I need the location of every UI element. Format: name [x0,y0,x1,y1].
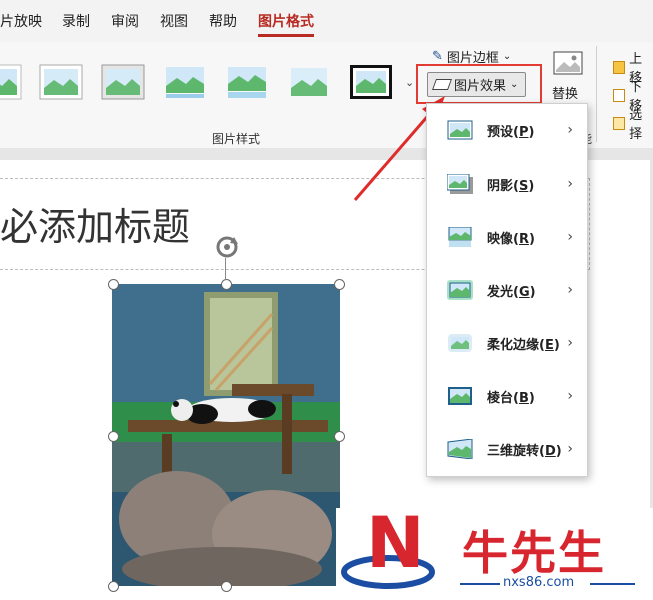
rotate-handle-stem [225,258,226,280]
chevron-down-icon: ⌄ [502,51,512,62]
menu-item-glow[interactable]: 发光(G) › [427,270,585,310]
ribbon-tab-bar: 片放映 录制 审阅 视图 帮助 图片格式 [0,0,653,42]
tab-picture-format[interactable]: 图片格式 [258,11,314,37]
resize-handle[interactable] [221,279,232,290]
menu-item-bevel[interactable]: 棱台(B) › [427,376,585,416]
chevron-right-icon: › [567,122,573,138]
highlight-box [416,64,542,104]
chevron-right-icon: › [567,282,573,298]
reflection-icon [448,227,472,247]
resize-handle[interactable] [334,431,345,442]
pencil-icon: ✎ [432,49,443,64]
menu-item-label: 棱台(B) [487,390,535,406]
watermark-text: 牛先生 [462,526,606,580]
preset-icon [447,120,473,140]
styles-group-label: 图片样式 [212,132,261,146]
replace-button[interactable]: 替换 [550,50,586,106]
menu-item-reflection[interactable]: 映像(R) › [427,217,585,257]
resize-handle[interactable] [334,279,345,290]
chevron-right-icon: › [567,229,573,245]
send-backward-icon [613,88,626,102]
menu-item-label: 阴影(S) [487,178,535,194]
tab-view[interactable]: 视图 [160,11,188,31]
resize-handle[interactable] [108,431,119,442]
picture-style-thumb[interactable] [0,64,22,100]
selection-pane-icon [613,116,626,130]
menu-item-shadow[interactable]: 阴影(S) › [427,164,585,204]
menu-item-soft-edges[interactable]: 柔化边缘(E) › [427,323,585,363]
menu-item-preset[interactable]: 预设(P) › [427,110,585,150]
rotate-icon [216,236,238,258]
rotate-handle[interactable] [214,234,240,260]
chevron-right-icon: › [567,335,573,351]
menu-item-label: 映像(R) [487,231,535,247]
picture-effects-menu: 预设(P) › 阴影(S) › 映像(R) › 发光(G) › 柔化边缘(E) … [426,103,588,477]
watermark-logo-letter: N [366,502,425,584]
resize-handle[interactable] [221,581,232,592]
ribbon-separator [596,46,597,142]
selection-pane-button[interactable]: 选择 [613,104,653,142]
tab-help[interactable]: 帮助 [209,11,237,31]
picture-style-thumb[interactable] [225,64,269,100]
bring-forward-icon [613,60,626,74]
watermark-logo: N [340,502,440,592]
resize-handle[interactable] [108,581,119,592]
slide-title[interactable]: 必添加标题 [0,196,190,251]
menu-item-label: 三维旋转(D) [487,443,562,459]
soft-edges-icon [448,334,472,352]
picture-style-thumb[interactable] [39,64,83,100]
chevron-right-icon: › [567,388,573,404]
chevron-right-icon: › [567,441,573,457]
picture-style-thumb[interactable] [101,64,145,100]
menu-item-label: 柔化边缘(E) [487,337,560,353]
replace-picture-icon [553,51,583,75]
bevel-icon [448,387,472,405]
watermark-url: nxs86.com [503,575,575,590]
picture-style-thumb[interactable] [349,64,393,100]
watermark-rule-right [590,583,635,585]
resize-handle[interactable] [108,279,119,290]
glow-icon [447,280,473,300]
3d-rotation-icon [447,439,473,459]
tab-slideshow[interactable]: 片放映 [0,11,42,31]
picture-style-thumb[interactable] [163,64,207,100]
panda-photo[interactable] [112,284,340,586]
picture-style-thumb[interactable] [287,64,331,100]
replace-label: 替换 [552,87,579,102]
menu-item-3d-rotation[interactable]: 三维旋转(D) › [427,429,585,469]
selection-pane-label: 选择 [629,108,643,142]
tab-record[interactable]: 录制 [62,11,90,31]
shadow-icon [447,174,473,194]
chevron-right-icon: › [567,176,573,192]
watermark-rule-left [460,583,500,585]
menu-item-label: 发光(G) [487,284,536,300]
gallery-more-icon[interactable]: ⌄ [405,76,414,89]
tab-review[interactable]: 审阅 [111,11,139,31]
menu-item-label: 预设(P) [487,124,535,140]
